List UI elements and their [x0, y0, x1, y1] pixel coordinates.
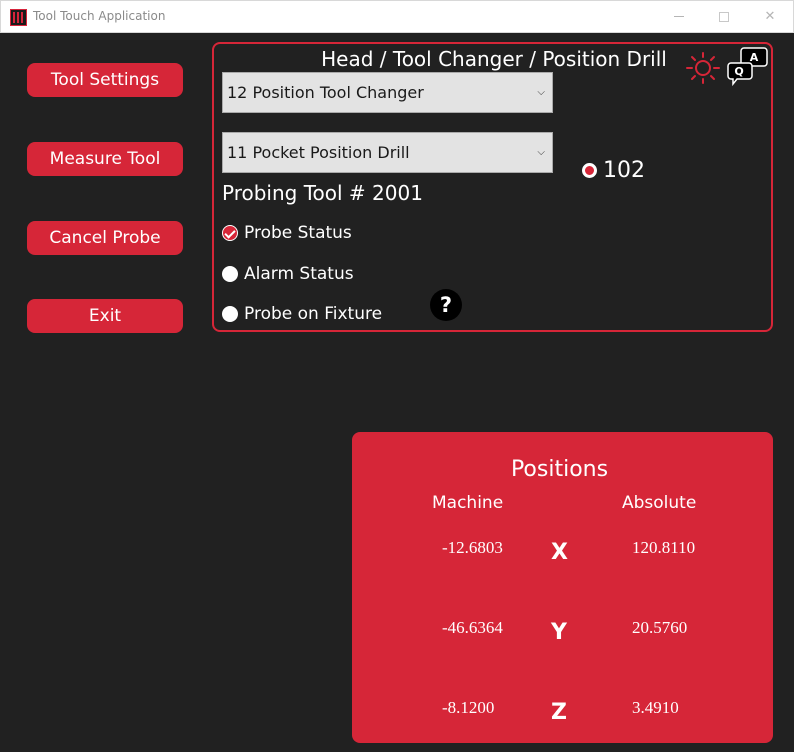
absolute-column-header: Absolute	[622, 493, 697, 513]
probe-on-fixture-radio[interactable]: Probe on Fixture	[222, 304, 382, 324]
chevron-down-icon: ⌵	[537, 147, 545, 158]
machine-x-value: -12.6803	[442, 538, 503, 557]
positions-panel: Positions Machine Absolute -12.6803 X 12…	[352, 432, 773, 743]
qa-icon-a: A	[750, 51, 759, 64]
positions-title: Positions	[510, 457, 609, 482]
qa-icon-q: Q	[734, 65, 743, 78]
measure-tool-button[interactable]: Measure Tool	[27, 142, 183, 176]
position-drill-select-value: 11 Pocket Position Drill	[227, 143, 410, 162]
probe-on-fixture-label: Probe on Fixture	[244, 304, 383, 324]
absolute-x-value: 120.8110	[632, 538, 696, 557]
close-icon: ✕	[764, 9, 776, 24]
tool-counter-value: 102	[603, 157, 645, 183]
absolute-y-value: 20.5760	[632, 618, 688, 637]
probe-status-label: Probe Status	[244, 223, 352, 243]
probe-status-radio[interactable]: Probe Status	[222, 223, 352, 243]
app-logo-icon	[10, 9, 27, 26]
title-bar: Tool Touch Application ✕	[0, 0, 794, 33]
tool-changer-select[interactable]: 12 Position Tool Changer ⌵	[222, 72, 553, 113]
chevron-down-icon: ⌵	[537, 87, 545, 98]
help-icon[interactable]: ?	[430, 289, 462, 321]
alarm-status-label: Alarm Status	[244, 264, 354, 284]
close-button[interactable]: ✕	[747, 1, 793, 33]
alarm-status-radio[interactable]: Alarm Status	[222, 264, 354, 284]
position-drill-select[interactable]: 11 Pocket Position Drill ⌵	[222, 132, 553, 173]
tool-settings-button[interactable]: Tool Settings	[27, 63, 183, 97]
tool-counter: 102	[582, 157, 645, 183]
minimize-button[interactable]	[656, 1, 702, 33]
axis-z-label: Z	[551, 700, 567, 725]
status-led-icon	[582, 162, 597, 178]
axis-y-label: Y	[551, 620, 567, 645]
machine-z-value: -8.1200	[442, 698, 495, 717]
head-panel-title: Head / Tool Changer / Position Drill	[312, 44, 676, 74]
axis-x-label: X	[551, 540, 568, 565]
minimize-icon	[674, 16, 684, 17]
machine-column-header: Machine	[432, 493, 504, 513]
radio-unchecked-icon	[222, 266, 238, 282]
radio-checked-icon	[222, 225, 238, 241]
qa-chat-icon[interactable]: A Q	[727, 45, 769, 87]
radio-unchecked-icon	[222, 306, 238, 322]
machine-y-value: -46.6364	[442, 618, 503, 637]
tool-changer-select-value: 12 Position Tool Changer	[227, 83, 424, 102]
cancel-probe-button[interactable]: Cancel Probe	[27, 221, 183, 255]
maximize-button[interactable]	[701, 1, 747, 33]
sun-icon[interactable]	[684, 51, 722, 85]
exit-button[interactable]: Exit	[27, 299, 183, 333]
probing-tool-label: Probing Tool # 2001	[222, 181, 423, 205]
window-title: Tool Touch Application	[33, 9, 166, 23]
absolute-z-value: 3.4910	[632, 698, 679, 717]
maximize-icon	[719, 11, 729, 22]
